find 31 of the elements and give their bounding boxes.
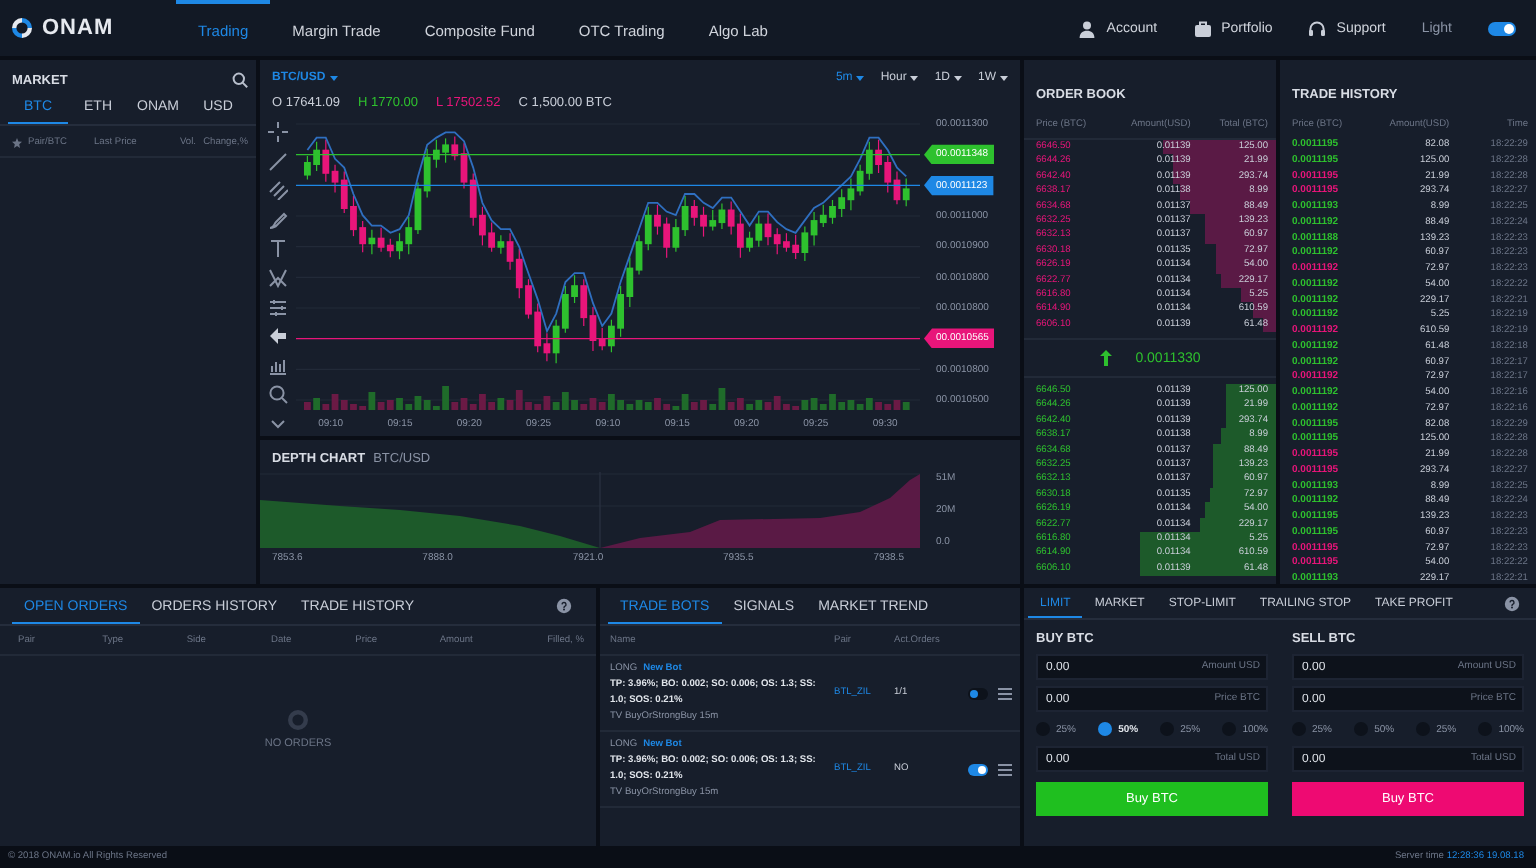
arrow-left-icon[interactable] <box>268 326 288 347</box>
caret-icon <box>329 75 338 81</box>
brush-icon[interactable] <box>268 209 288 230</box>
menu-icon[interactable] <box>998 687 1012 699</box>
logo-icon <box>10 16 34 40</box>
pattern-icon[interactable] <box>268 267 288 288</box>
caret-icon <box>910 75 919 81</box>
star-icon[interactable] <box>12 138 22 148</box>
text-icon[interactable] <box>268 238 288 259</box>
headset-icon <box>1308 19 1327 37</box>
brand-name: ONAM <box>42 16 114 40</box>
user-icon <box>1078 19 1097 37</box>
crosshair-icon[interactable] <box>268 122 288 142</box>
menu-icon[interactable] <box>998 763 1012 775</box>
caret-icon <box>1000 75 1008 81</box>
logo-icon <box>286 708 310 732</box>
arrow-up-icon <box>1099 350 1112 367</box>
toggle-switch[interactable] <box>968 687 988 699</box>
caret-icon <box>856 75 865 81</box>
toggle-switch[interactable] <box>968 763 988 775</box>
theme-toggle[interactable] <box>1488 21 1516 35</box>
caret-icon <box>954 75 962 81</box>
radio-button[interactable] <box>1098 722 1113 736</box>
indicators-icon[interactable] <box>268 355 288 376</box>
parallel-lines-icon[interactable] <box>268 180 288 201</box>
briefcase-icon <box>1193 19 1212 37</box>
help-icon[interactable] <box>1504 595 1520 611</box>
line-icon[interactable] <box>268 151 288 172</box>
zoom-icon[interactable] <box>268 384 288 405</box>
help-icon[interactable] <box>556 598 572 614</box>
search-icon[interactable] <box>232 72 248 88</box>
